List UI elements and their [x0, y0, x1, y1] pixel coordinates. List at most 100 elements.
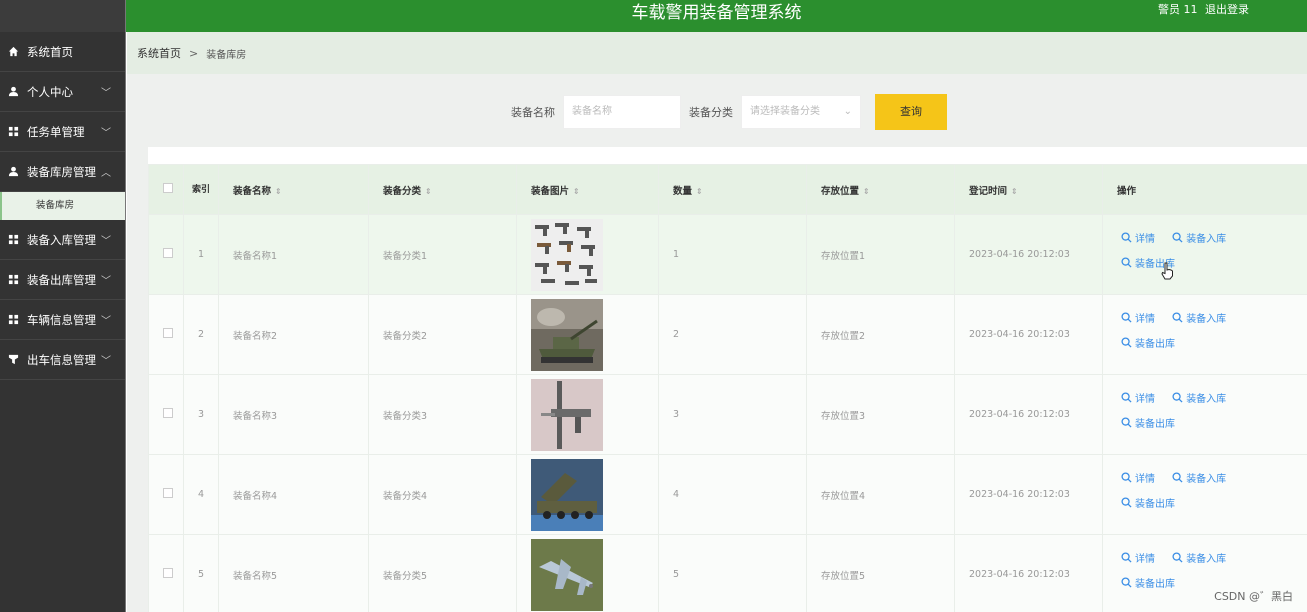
header-name[interactable]: 装备名称 ⇕ [218, 164, 369, 215]
detail-button[interactable]: 详情 [1121, 550, 1155, 565]
row-select-cell[interactable] [148, 534, 184, 612]
header-location[interactable]: 存放位置 ⇕ [806, 164, 955, 215]
stock-in-button[interactable]: 装备入库 [1172, 390, 1226, 405]
header-quantity[interactable]: 数量 ⇕ [658, 164, 807, 215]
stock-out-label: 装备出库 [1135, 498, 1175, 510]
header-time-label: 登记时间 [969, 185, 1008, 197]
row-checkbox[interactable] [163, 568, 173, 578]
stock-out-label: 装备出库 [1135, 418, 1175, 430]
funnel-icon [7, 353, 20, 366]
sidebar-item-dispatch[interactable]: 出车信息管理 ﹀ [0, 340, 125, 380]
header-quantity-label: 数量 [673, 185, 693, 197]
select-all-checkbox[interactable] [163, 183, 173, 193]
header-ops: 操作 [1102, 164, 1307, 215]
detail-label: 详情 [1135, 393, 1155, 405]
search-icon [1121, 311, 1132, 323]
category-select[interactable]: 请选择装备分类 ⌄ [741, 95, 861, 129]
sidebar-item-stock-in[interactable]: 装备入库管理 ﹀ [0, 220, 125, 260]
header-name-label: 装备名称 [233, 185, 272, 197]
cell-category: 装备分类4 [368, 454, 517, 535]
search-icon [1121, 551, 1132, 563]
row-select-cell[interactable] [148, 294, 184, 375]
stock-in-button[interactable]: 装备入库 [1172, 550, 1226, 565]
logout-link[interactable]: 退出登录 [1205, 3, 1249, 16]
cell-ops: 详情 装备入库 装备出库 [1102, 454, 1307, 535]
cell-time: 2023-04-16 20:12:03 [954, 294, 1103, 375]
stock-out-button[interactable]: 装备出库 [1121, 415, 1175, 430]
cell-ops: 详情 装备入库 装备出库 [1102, 374, 1307, 455]
table-row[interactable]: 4 装备名称4 装备分类4 4 存放位置4 2023-04-16 20:12:0… [148, 454, 1307, 535]
search-icon [1121, 231, 1132, 243]
sidebar-item-tasks[interactable]: 任务单管理 ﹀ [0, 112, 125, 152]
row-checkbox[interactable] [163, 408, 173, 418]
cell-quantity: 3 [658, 374, 807, 455]
search-bar: 装备名称 装备名称 装备分类 请选择装备分类 ⌄ 查询 [511, 94, 947, 130]
select-all-cell[interactable] [148, 164, 184, 215]
sidebar-item-profile[interactable]: 个人中心 ﹀ [0, 72, 125, 112]
cell-location: 存放位置1 [806, 214, 955, 295]
user-icon [7, 85, 20, 98]
cell-name: 装备名称4 [218, 454, 369, 535]
cell-ops: 详情 装备入库 装备出库 [1102, 294, 1307, 375]
grid-icon [7, 313, 20, 326]
detail-button[interactable]: 详情 [1121, 390, 1155, 405]
name-input[interactable]: 装备名称 [563, 95, 681, 129]
table-row[interactable]: 1 装备名称1 装备分类1 1 存放位置1 2023-04-16 20:12:0… [148, 214, 1307, 295]
table-row[interactable]: 3 装备名称3 装备分类3 3 存放位置3 2023-04-16 20:12:0… [148, 374, 1307, 455]
sidebar-item-home[interactable]: 系统首页 [0, 32, 125, 72]
sidebar-item-vehicles[interactable]: 车辆信息管理 ﹀ [0, 300, 125, 340]
query-button[interactable]: 查询 [875, 94, 947, 130]
detail-button[interactable]: 详情 [1121, 310, 1155, 325]
stock-out-button[interactable]: 装备出库 [1121, 335, 1175, 350]
cell-ops: 详情 装备入库 装备出库 [1102, 214, 1307, 295]
row-checkbox[interactable] [163, 488, 173, 498]
sidebar-item-label: 任务单管理 [27, 124, 85, 139]
breadcrumb: 系统首页 > 装备库房 [127, 32, 1307, 74]
row-select-cell[interactable] [148, 374, 184, 455]
detail-label: 详情 [1135, 233, 1155, 245]
sidebar-subitem-warehouse[interactable]: 装备库房 [0, 192, 125, 220]
cell-time: 2023-04-16 20:12:03 [954, 534, 1103, 612]
breadcrumb-home[interactable]: 系统首页 [137, 45, 181, 61]
row-checkbox[interactable] [163, 248, 173, 258]
header-time[interactable]: 登记时间 ⇕ [954, 164, 1103, 215]
cell-image [516, 534, 659, 612]
row-select-cell[interactable] [148, 454, 184, 535]
stock-out-label: 装备出库 [1135, 578, 1175, 590]
search-icon [1172, 231, 1183, 243]
row-checkbox[interactable] [163, 328, 173, 338]
detail-label: 详情 [1135, 553, 1155, 565]
stock-out-button[interactable]: 装备出库 [1121, 575, 1175, 590]
sort-icon[interactable]: ⇕ [573, 187, 580, 196]
chevron-down-icon: ﹀ [101, 276, 111, 287]
sort-icon[interactable]: ⇕ [275, 187, 282, 196]
sort-icon[interactable]: ⇕ [696, 187, 703, 196]
cell-location: 存放位置3 [806, 374, 955, 455]
table-row[interactable]: 2 装备名称2 装备分类2 2 存放位置2 2023-04-16 20:12:0… [148, 294, 1307, 375]
header-category-label: 装备分类 [383, 185, 422, 197]
chevron-down-icon: ﹀ [101, 88, 111, 99]
stock-out-button[interactable]: 装备出库 [1121, 495, 1175, 510]
detail-button[interactable]: 详情 [1121, 230, 1155, 245]
sort-icon[interactable]: ⇕ [425, 187, 432, 196]
search-icon [1172, 471, 1183, 483]
cell-index: 5 [183, 534, 219, 612]
stock-in-button[interactable]: 装备入库 [1172, 310, 1226, 325]
sidebar-item-stock-out[interactable]: 装备出库管理 ﹀ [0, 260, 125, 300]
detail-button[interactable]: 详情 [1121, 470, 1155, 485]
sidebar-item-warehouse[interactable]: 装备库房管理 ︿ [0, 152, 125, 192]
breadcrumb-separator: > [189, 46, 199, 60]
grid-icon [7, 233, 20, 246]
sidebar-item-label: 系统首页 [27, 44, 73, 59]
header-image[interactable]: 装备图片 ⇕ [516, 164, 659, 215]
sort-icon[interactable]: ⇕ [863, 187, 870, 196]
grid-icon [7, 273, 20, 286]
row-select-cell[interactable] [148, 214, 184, 295]
cell-category: 装备分类1 [368, 214, 517, 295]
stock-in-label: 装备入库 [1186, 233, 1227, 245]
stock-in-button[interactable]: 装备入库 [1172, 470, 1226, 485]
stock-in-button[interactable]: 装备入库 [1172, 230, 1226, 245]
table-row[interactable]: 5 装备名称5 装备分类5 5 存放位置5 2023-04-16 20:12:0… [148, 534, 1307, 612]
header-category[interactable]: 装备分类 ⇕ [368, 164, 517, 215]
sort-icon[interactable]: ⇕ [1011, 187, 1018, 196]
